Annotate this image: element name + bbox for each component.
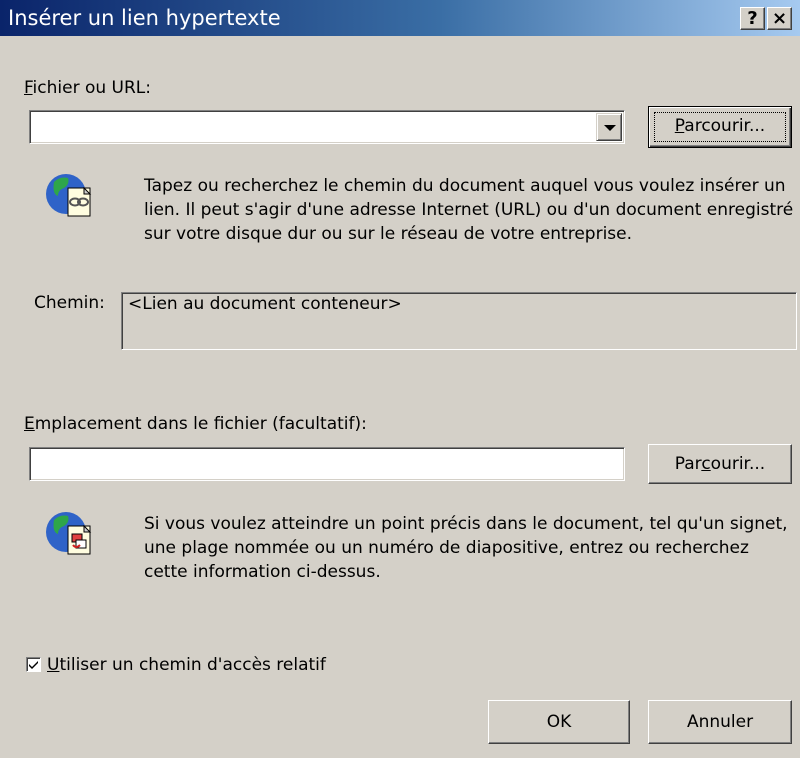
relative-path-checkbox[interactable] xyxy=(26,657,41,672)
browse-file-label-key: P xyxy=(674,116,685,136)
relative-path-label-key: U xyxy=(47,655,60,675)
browse-location-button[interactable]: Parcourir... xyxy=(648,444,792,484)
file-url-label: Fichier ou URL: xyxy=(24,78,151,98)
browse-location-button-label: Parcourir... xyxy=(675,454,765,474)
file-url-label-text: ichier ou URL: xyxy=(32,78,151,98)
location-input[interactable] xyxy=(33,451,619,477)
help-button[interactable]: ? xyxy=(740,7,765,30)
browse-location-label-post: ourir... xyxy=(710,454,766,474)
browse-file-button-label: Parcourir... xyxy=(675,116,765,136)
checkmark-icon xyxy=(29,661,38,669)
location-label-text: mplacement dans le fichier (facultatif): xyxy=(34,414,367,434)
browse-file-button[interactable]: Parcourir... xyxy=(648,106,792,148)
relative-path-label[interactable]: Utiliser un chemin d'accès relatif xyxy=(47,655,326,675)
browse-location-label-key: c xyxy=(701,454,711,474)
ok-button[interactable]: OK xyxy=(488,700,630,744)
relative-path-label-text: tiliser un chemin d'accès relatif xyxy=(59,655,326,675)
browse-location-label-pre: Par xyxy=(674,454,702,474)
file-help-text: Tapez ou recherchez le chemin du documen… xyxy=(144,176,794,244)
close-button[interactable]: × xyxy=(767,7,792,30)
path-label: Chemin: xyxy=(34,293,105,313)
location-field[interactable] xyxy=(29,447,625,481)
file-url-dropdown-button[interactable] xyxy=(596,113,622,141)
location-label-accesskey: E xyxy=(24,414,35,434)
location-label: Emplacement dans le fichier (facultatif)… xyxy=(24,414,367,434)
file-url-input[interactable] xyxy=(33,114,593,140)
title-bar[interactable]: Insérer un lien hypertexte ? × xyxy=(0,0,800,36)
path-field: <Lien au document conteneur> xyxy=(121,292,797,350)
file-url-combobox[interactable] xyxy=(29,110,625,144)
globe-document-bookmark-icon xyxy=(46,512,92,555)
globe-document-link-icon xyxy=(46,174,92,217)
cancel-button-label: Annuler xyxy=(686,712,754,732)
browse-file-label-post: arcourir... xyxy=(684,116,766,136)
ok-button-label: OK xyxy=(546,712,572,732)
location-help-text: Si vous voulez atteindre un point précis… xyxy=(144,514,788,582)
cancel-button[interactable]: Annuler xyxy=(648,700,792,744)
file-url-label-accesskey: F xyxy=(24,78,33,98)
path-value: <Lien au document conteneur> xyxy=(128,294,402,314)
window-title: Insérer un lien hypertexte xyxy=(8,6,281,30)
